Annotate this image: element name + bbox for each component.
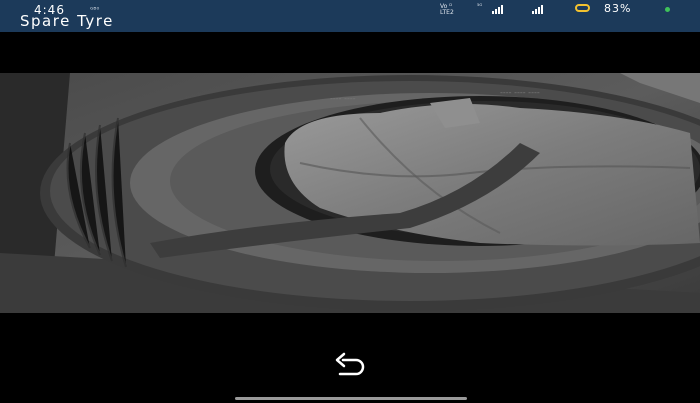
svg-text:---- ---- ----: ---- ---- ---- <box>500 88 540 97</box>
network-label-line2: LTE2 <box>440 9 454 16</box>
battery-level: 83% <box>604 2 632 15</box>
status-dot-icon <box>665 7 670 12</box>
undo-arrow-icon <box>335 352 365 376</box>
spare-tyre-photo: ---- ---- ---- ---- ---- <box>0 73 700 313</box>
status-bar: 4:46 ᴳᴮ⁰ Vo ᴰ LTE2 ⁵ᴳ 83% Spare Tyre <box>0 0 700 32</box>
5g-icon: ⁵ᴳ <box>477 3 483 10</box>
page-title: Spare Tyre <box>20 12 114 30</box>
battery-icon <box>575 4 590 12</box>
signal-strength-icon-1 <box>492 5 503 14</box>
network-label: Vo ᴰ LTE2 <box>440 4 454 16</box>
home-indicator[interactable] <box>235 397 467 400</box>
undo-button[interactable] <box>334 351 366 377</box>
svg-text:---- ----: ---- ---- <box>330 94 356 103</box>
signal-strength-icon-2 <box>532 5 543 14</box>
